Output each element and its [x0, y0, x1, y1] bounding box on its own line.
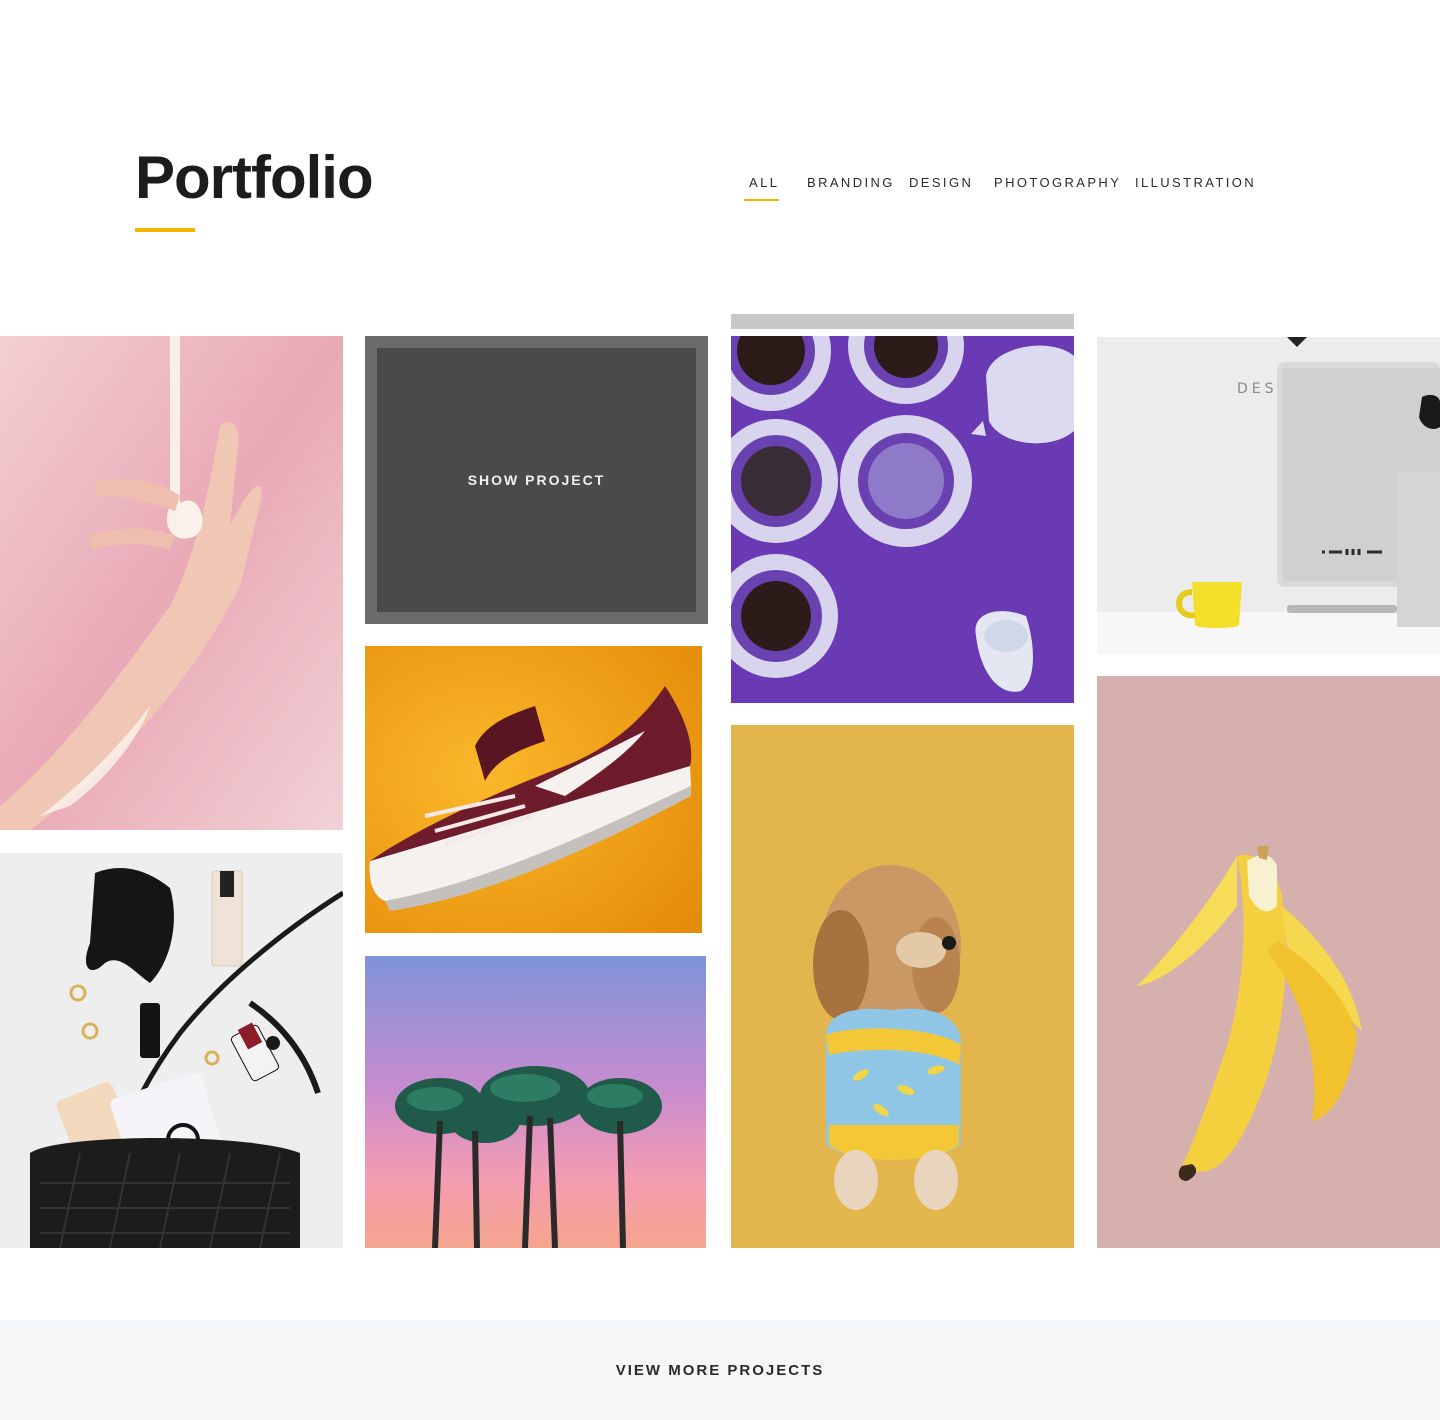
pink-hand-image [0, 336, 343, 830]
project-tile-coffee-cups[interactable] [731, 336, 1074, 703]
dog-image [731, 725, 1074, 1248]
project-tile-dog[interactable] [731, 725, 1074, 1248]
page-title: Portfolio [135, 144, 374, 211]
project-tile-handbag[interactable] [0, 853, 343, 1248]
loading-placeholder-bar [731, 314, 1074, 329]
palm-trees-image [365, 956, 706, 1248]
title-underline [135, 228, 195, 232]
project-tile-palm-trees[interactable] [365, 956, 706, 1248]
filter-illustration[interactable]: ILLUSTRATION [1135, 175, 1256, 190]
view-more-projects-button[interactable]: VIEW MORE PROJECTS [616, 1362, 825, 1379]
imac-desk-image: DES [1097, 337, 1440, 654]
svg-text:DES: DES [1237, 381, 1278, 397]
filter-branding[interactable]: BRANDING [807, 175, 895, 190]
hover-overlay: SHOW PROJECT [377, 348, 696, 612]
filter-design[interactable]: DESIGN [909, 175, 973, 190]
show-project-button[interactable]: SHOW PROJECT [468, 472, 606, 488]
sneaker-image [365, 646, 702, 933]
project-tile-banana[interactable] [1097, 676, 1440, 1248]
banana-image [1097, 676, 1440, 1248]
project-tile-imac[interactable]: DES [1097, 337, 1440, 654]
project-tile-pink-hand[interactable] [0, 336, 343, 830]
project-tile-hovered[interactable]: SHOW PROJECT [365, 336, 708, 624]
project-tile-sneaker[interactable] [365, 646, 702, 933]
footer: VIEW MORE PROJECTS [0, 1320, 1440, 1420]
coffee-cups-image [731, 336, 1074, 703]
filter-all[interactable]: ALL [749, 175, 779, 190]
handbag-flatlay-image [0, 853, 343, 1248]
filter-photography[interactable]: PHOTOGRAPHY [994, 175, 1121, 190]
active-filter-indicator [744, 199, 779, 201]
